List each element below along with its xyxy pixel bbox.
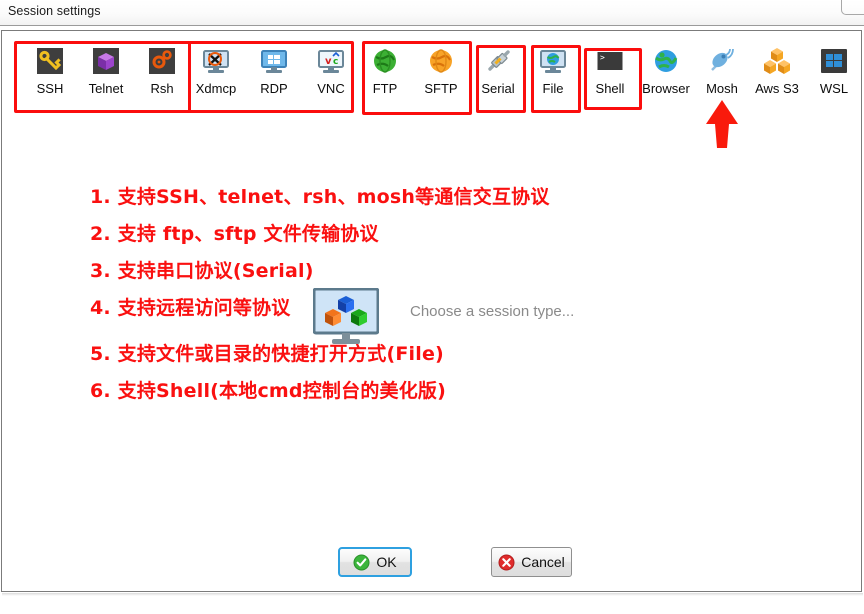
vnc-monitor-icon: vc xyxy=(316,46,346,76)
cancel-button-label: Cancel xyxy=(521,553,565,570)
window-corner-frame xyxy=(841,0,864,15)
session-type-label: SFTP xyxy=(424,81,458,96)
green-globe-icon xyxy=(370,46,400,76)
session-type-label: Shell xyxy=(595,81,625,96)
session-type-xdmcp[interactable]: Xdmcp xyxy=(188,40,244,108)
session-type-label: Mosh xyxy=(706,81,738,96)
terminal-icon: > xyxy=(595,46,625,76)
session-type-browser[interactable]: Browser xyxy=(638,40,694,108)
red-x-icon xyxy=(498,554,515,571)
feature-note-line: 5. 支持文件或目录的快捷打开方式(File) xyxy=(90,343,444,365)
session-type-telnet[interactable]: Telnet xyxy=(78,40,134,108)
session-type-mosh[interactable]: Mosh xyxy=(694,40,750,108)
dialog-titlebar: Session settings xyxy=(0,0,864,26)
feature-note-line: 1. 支持SSH、telnet、rsh、mosh等通信交互协议 xyxy=(90,186,550,208)
feature-note-line: 2. 支持 ftp、sftp 文件传输协议 xyxy=(90,223,379,245)
satellite-dish-icon xyxy=(707,46,737,76)
session-type-label: FTP xyxy=(372,81,398,96)
session-type-toolbar: SSH Telnet Rsh Xdmcp RDP v c VNC FTP SFTP Serial Fi… xyxy=(0,40,864,108)
ok-button[interactable]: OK xyxy=(338,547,412,577)
monitor-cubes-icon xyxy=(312,287,380,345)
blue-globe-icon xyxy=(651,46,681,76)
session-type-label: File xyxy=(542,81,564,96)
session-type-ftp[interactable]: FTP xyxy=(357,40,413,108)
session-type-rdp[interactable]: RDP xyxy=(246,40,302,108)
x-monitor-icon xyxy=(201,46,231,76)
svg-text:>: > xyxy=(600,53,605,62)
ok-button-label: OK xyxy=(376,553,397,570)
windows-icon xyxy=(819,46,849,76)
session-type-ssh[interactable]: SSH xyxy=(22,40,78,108)
purple-cube-icon xyxy=(91,46,121,76)
feature-note-line: 3. 支持串口协议(Serial) xyxy=(90,260,314,282)
session-type-shell[interactable]: > Shell xyxy=(582,40,638,108)
svg-text:v: v xyxy=(325,56,332,67)
session-type-sftp[interactable]: SFTP xyxy=(413,40,469,108)
session-type-label: RDP xyxy=(260,81,288,96)
key-icon xyxy=(35,46,65,76)
session-type-rsh[interactable]: Rsh xyxy=(134,40,190,108)
green-check-icon xyxy=(353,554,370,571)
session-type-vnc[interactable]: v c VNC xyxy=(303,40,359,108)
session-type-serial[interactable]: Serial xyxy=(470,40,526,108)
gears-icon xyxy=(147,46,177,76)
session-type-placeholder-text: Choose a session type... xyxy=(410,303,575,320)
orange-globe-icon xyxy=(426,46,456,76)
session-type-label: Xdmcp xyxy=(195,81,237,96)
session-type-file[interactable]: File xyxy=(525,40,581,108)
aws-cubes-icon xyxy=(762,46,792,76)
session-type-wsl[interactable]: WSL xyxy=(806,40,862,108)
session-type-label: Rsh xyxy=(150,81,174,96)
dialog-title: Session settings xyxy=(8,4,101,18)
svg-text:c: c xyxy=(333,57,338,67)
windows-monitor-icon xyxy=(259,46,289,76)
session-type-label: VNC xyxy=(317,81,345,96)
session-type-label: Aws S3 xyxy=(755,81,799,96)
feature-note-line: 6. 支持Shell(本地cmd控制台的美化版) xyxy=(90,380,447,402)
session-type-label: Browser xyxy=(642,81,690,96)
session-type-awss3[interactable]: Aws S3 xyxy=(749,40,805,108)
session-type-label: SSH xyxy=(36,81,64,96)
plug-icon xyxy=(483,46,513,76)
dialog-shadow xyxy=(2,593,863,596)
feature-note-line: 4. 支持远程访问等协议 xyxy=(90,297,291,319)
session-type-label: Serial xyxy=(481,81,515,96)
session-type-label: WSL xyxy=(819,81,849,96)
session-settings-dialog: Session settings SSH Telnet Rsh Xdmcp RDP v c V… xyxy=(0,0,864,614)
globe-monitor-icon xyxy=(538,46,568,76)
cancel-button[interactable]: Cancel xyxy=(491,547,572,577)
session-type-label: Telnet xyxy=(88,81,124,96)
